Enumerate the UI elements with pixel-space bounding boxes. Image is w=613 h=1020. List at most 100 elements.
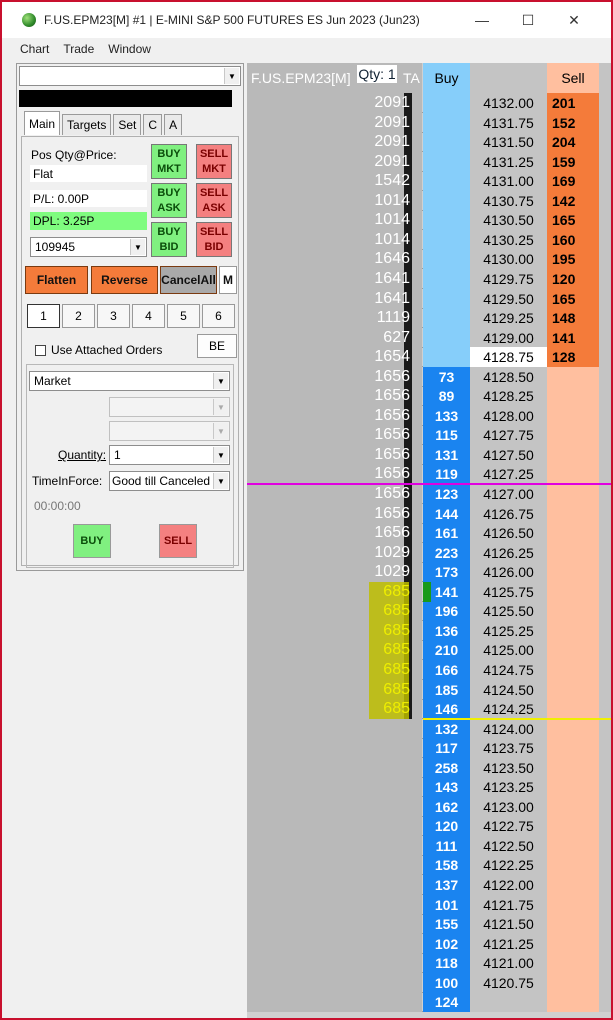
buy-cell[interactable] xyxy=(423,171,470,192)
ladder-row[interactable]: 117 4123.75 xyxy=(247,738,611,759)
preset-1[interactable]: 1 xyxy=(27,304,60,328)
ladder-row[interactable]: 685 196 4125.50 xyxy=(247,601,611,622)
ladder-row[interactable]: 1656 123 4127.00 xyxy=(247,484,611,504)
sell-cell[interactable] xyxy=(547,425,599,446)
cancel-all-button[interactable]: CancelAll xyxy=(160,266,217,294)
be-button[interactable]: BE xyxy=(197,334,237,358)
buy-cell[interactable]: 102 xyxy=(423,933,470,954)
buy-cell[interactable]: 119 xyxy=(423,464,470,485)
sell-cell[interactable]: 201 xyxy=(547,93,599,113)
order-type-select[interactable]: Market ▼ xyxy=(29,371,230,391)
m-button[interactable]: M xyxy=(219,266,237,294)
ladder-row[interactable]: 685 185 4124.50 xyxy=(247,679,611,700)
price-select-1[interactable]: ▼ xyxy=(109,397,230,417)
preset-2[interactable]: 2 xyxy=(62,304,95,328)
ladder-row[interactable]: 137 4122.00 xyxy=(247,875,611,895)
buy-cell[interactable]: 136 xyxy=(423,620,470,641)
buy-cell[interactable] xyxy=(423,308,470,329)
buy-bid-button[interactable]: BUY BID xyxy=(151,222,187,257)
buy-cell[interactable]: 144 xyxy=(423,503,470,524)
buy-cell[interactable]: 123 xyxy=(423,484,470,504)
sell-cell[interactable] xyxy=(547,659,599,680)
sell-cell[interactable] xyxy=(547,992,599,1013)
ladder-row[interactable]: 685 146 4124.25 xyxy=(247,699,611,720)
ladder-row[interactable]: 1646 4130.00 195 xyxy=(247,249,611,270)
minimize-button[interactable]: — xyxy=(459,2,505,38)
buy-cell[interactable] xyxy=(423,93,470,113)
account-id-select[interactable]: 109945 ▼ xyxy=(30,237,147,257)
sell-cell[interactable] xyxy=(547,562,599,583)
tab-targets[interactable]: Targets xyxy=(62,114,112,135)
ladder-row[interactable]: 155 4121.50 xyxy=(247,914,611,935)
buy-cell[interactable]: 133 xyxy=(423,405,470,426)
buy-cell[interactable] xyxy=(423,132,470,153)
sell-ask-button[interactable]: SELL ASK xyxy=(196,183,232,218)
sell-cell[interactable] xyxy=(547,405,599,426)
buy-cell[interactable]: 196 xyxy=(423,601,470,622)
menu-chart[interactable]: Chart xyxy=(20,42,49,60)
ladder-row[interactable]: 685 166 4124.75 xyxy=(247,659,611,680)
sell-cell[interactable]: 169 xyxy=(547,171,599,192)
ladder-row[interactable]: 1014 4130.25 160 xyxy=(247,229,611,250)
buy-cell[interactable]: 137 xyxy=(423,875,470,895)
ladder-row[interactable]: 2091 4131.25 159 xyxy=(247,151,611,172)
ladder-row[interactable]: 1656 115 4127.75 xyxy=(247,425,611,446)
ladder-row[interactable]: 1656 133 4128.00 xyxy=(247,405,611,426)
sell-cell[interactable] xyxy=(547,581,599,602)
buy-cell[interactable]: 210 xyxy=(423,640,470,661)
sell-cell[interactable]: 160 xyxy=(547,229,599,250)
preset-4[interactable]: 4 xyxy=(132,304,165,328)
ladder-row[interactable]: 1014 4130.50 165 xyxy=(247,210,611,231)
buy-cell[interactable]: 185 xyxy=(423,679,470,700)
preset-6[interactable]: 6 xyxy=(202,304,235,328)
ladder-row[interactable]: 1014 4130.75 142 xyxy=(247,190,611,211)
sell-cell[interactable] xyxy=(547,699,599,720)
buy-cell[interactable] xyxy=(423,327,470,348)
sell-cell[interactable] xyxy=(547,523,599,544)
ladder-row[interactable]: 1654 4128.75 128 xyxy=(247,347,611,368)
menu-window[interactable]: Window xyxy=(108,42,151,60)
buy-cell[interactable]: 124 xyxy=(423,992,470,1013)
ladder-row[interactable]: 2091 4132.00 201 xyxy=(247,93,611,113)
sell-cell[interactable] xyxy=(547,444,599,465)
buy-cell[interactable]: 117 xyxy=(423,738,470,759)
reverse-button[interactable]: Reverse xyxy=(91,266,158,294)
ladder-row[interactable]: 1656 89 4128.25 xyxy=(247,386,611,407)
buy-cell[interactable]: 120 xyxy=(423,816,470,837)
sell-cell[interactable] xyxy=(547,484,599,504)
attached-orders-checkbox[interactable] xyxy=(35,345,46,356)
ladder-row[interactable]: 1641 4129.75 120 xyxy=(247,268,611,289)
ladder-row[interactable]: 1656 161 4126.50 xyxy=(247,523,611,544)
buy-cell[interactable] xyxy=(423,112,470,133)
quantity-select[interactable]: 1 ▼ xyxy=(109,445,230,465)
ladder-row[interactable]: 1542 4131.00 169 xyxy=(247,171,611,192)
tif-select[interactable]: Good till Canceled ▼ xyxy=(109,471,230,491)
ladder-row[interactable]: 111 4122.50 xyxy=(247,835,611,856)
sell-cell[interactable] xyxy=(547,855,599,876)
ladder-row[interactable]: 102 4121.25 xyxy=(247,933,611,954)
buy-cell[interactable] xyxy=(423,249,470,270)
sell-cell[interactable]: 165 xyxy=(547,210,599,231)
sell-button[interactable]: SELL xyxy=(159,524,197,558)
buy-cell[interactable] xyxy=(423,288,470,309)
buy-cell[interactable] xyxy=(423,229,470,250)
sell-cell[interactable] xyxy=(547,640,599,661)
tab-c[interactable]: C xyxy=(143,114,163,135)
buy-cell[interactable]: 162 xyxy=(423,796,470,817)
buy-cell[interactable]: 100 xyxy=(423,972,470,993)
buy-cell[interactable]: 258 xyxy=(423,757,470,778)
sell-cell[interactable]: 141 xyxy=(547,327,599,348)
ladder-row[interactable]: 132 4124.00 xyxy=(247,718,611,739)
sell-cell[interactable]: 195 xyxy=(547,249,599,270)
sell-cell[interactable] xyxy=(547,875,599,895)
ladder-row[interactable]: 2091 4131.50 204 xyxy=(247,132,611,153)
ladder-row[interactable]: 162 4123.00 xyxy=(247,796,611,817)
ladder-row[interactable]: 1119 4129.25 148 xyxy=(247,308,611,329)
sell-cell[interactable] xyxy=(547,972,599,993)
preset-5[interactable]: 5 xyxy=(167,304,200,328)
sell-cell[interactable] xyxy=(547,542,599,563)
buy-cell[interactable] xyxy=(423,268,470,289)
buy-cell[interactable]: 131 xyxy=(423,444,470,465)
sell-cell[interactable] xyxy=(547,464,599,485)
ladder-row[interactable]: 685 210 4125.00 xyxy=(247,640,611,661)
